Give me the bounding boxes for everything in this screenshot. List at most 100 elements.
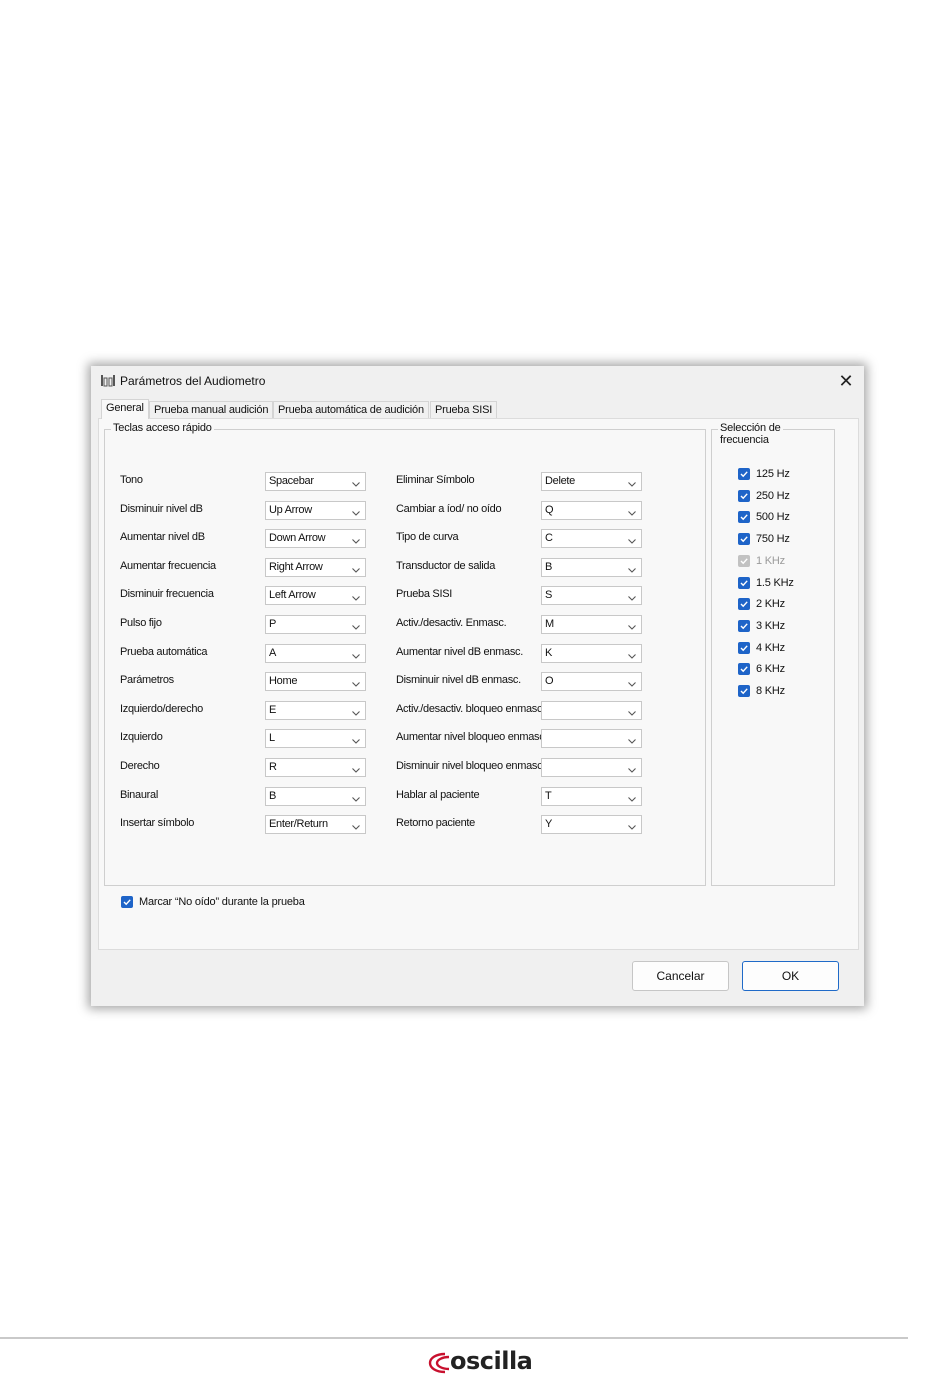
chevron-down-icon [351, 533, 361, 544]
shortcut-label: Tipo de curva [396, 531, 459, 543]
chevron-down-icon [627, 705, 637, 716]
frequency-checkbox[interactable] [738, 663, 750, 675]
shortcut-label: Pulso fijo [120, 617, 162, 629]
checkmark-icon [740, 601, 748, 608]
shortcut-key-select[interactable]: B [541, 558, 642, 577]
ok-button[interactable]: OK [742, 961, 839, 991]
audiometer-app-icon [100, 373, 116, 389]
chevron-down-icon [627, 676, 637, 687]
frequency-checkbox[interactable] [738, 642, 750, 654]
shortcut-key-select[interactable]: O [541, 672, 642, 691]
shortcut-key-value: P [269, 618, 277, 630]
shortcut-key-value: Q [545, 504, 554, 516]
shortcut-key-value: O [545, 675, 554, 687]
shortcut-key-select[interactable] [541, 701, 642, 720]
close-icon[interactable]: ✕ [834, 370, 858, 394]
chevron-down-icon [627, 533, 637, 544]
tab-manual-test[interactable]: Prueba manual audición [149, 401, 274, 419]
shortcut-key-select[interactable]: Q [541, 501, 642, 520]
shortcut-key-select[interactable]: Spacebar [265, 472, 366, 491]
frequency-group-label-line1: Selección de [720, 422, 781, 434]
chevron-down-icon [627, 648, 637, 659]
frequency-checkbox[interactable] [738, 620, 750, 632]
shortcut-key-select[interactable]: C [541, 529, 642, 548]
frequency-label: 8 KHz [756, 685, 785, 697]
shortcut-key-select[interactable]: R [265, 758, 366, 777]
chevron-down-icon [627, 791, 637, 802]
shortcut-key-select[interactable] [541, 758, 642, 777]
tab-automatic-test[interactable]: Prueba automática de audición [273, 401, 429, 419]
shortcut-key-select[interactable]: T [541, 787, 642, 806]
shortcut-key-select[interactable] [541, 729, 642, 748]
chevron-down-icon [351, 819, 361, 830]
shortcut-key-value: Down Arrow [269, 532, 326, 544]
frequency-checkbox[interactable] [738, 533, 750, 545]
frequency-label: 1 KHz [756, 555, 785, 567]
shortcuts-group-label: Teclas acceso rápido [111, 422, 214, 435]
shortcut-key-value: Enter/Return [269, 818, 328, 830]
shortcut-label: Retorno paciente [396, 817, 475, 829]
frequency-checkbox[interactable] [738, 490, 750, 502]
mark-not-heard-checkbox[interactable] [121, 896, 133, 908]
cancel-button[interactable]: Cancelar [632, 961, 729, 991]
shortcut-key-value: Spacebar [269, 475, 314, 487]
chevron-down-icon [351, 762, 361, 773]
frequency-label: 1.5 KHz [756, 577, 794, 589]
shortcut-key-select[interactable]: Home [265, 672, 366, 691]
shortcut-label: Disminuir nivel dB [120, 503, 203, 515]
shortcut-key-select[interactable]: Y [541, 815, 642, 834]
shortcut-key-select[interactable]: B [265, 787, 366, 806]
shortcut-key-value: A [269, 647, 277, 659]
shortcut-label: Parámetros [120, 674, 174, 686]
shortcut-key-value: T [545, 790, 552, 802]
shortcut-label: Aumentar frecuencia [120, 560, 216, 572]
title-bar[interactable]: Parámetros del Audiometro ✕ [91, 366, 864, 398]
chevron-down-icon [627, 562, 637, 573]
frequency-checkbox[interactable] [738, 511, 750, 523]
frequency-checkbox[interactable] [738, 598, 750, 610]
oscilla-logo-icon [428, 1352, 450, 1374]
shortcut-key-select[interactable]: S [541, 586, 642, 605]
shortcut-label: Tono [120, 474, 143, 486]
shortcut-label: Prueba SISI [396, 588, 453, 600]
shortcut-label: Izquierdo/derecho [120, 703, 203, 715]
frequency-checkbox[interactable] [738, 685, 750, 697]
shortcut-key-select[interactable]: M [541, 615, 642, 634]
shortcut-key-value: B [269, 790, 277, 802]
shortcut-key-select[interactable]: Enter/Return [265, 815, 366, 834]
frequency-checkbox[interactable] [738, 468, 750, 480]
shortcut-label: Cambiar a íod/ no oído [396, 503, 502, 515]
shortcut-key-select[interactable]: Down Arrow [265, 529, 366, 548]
shortcut-key-select[interactable]: Right Arrow [265, 558, 366, 577]
shortcut-label: Disminuir nivel bloqueo enmasc. [396, 760, 546, 772]
checkmark-icon [740, 688, 748, 695]
frequency-group-label-line2: frecuencia [720, 434, 769, 446]
chevron-down-icon [627, 505, 637, 516]
chevron-down-icon [627, 619, 637, 630]
shortcut-key-select[interactable]: P [265, 615, 366, 634]
tab-general[interactable]: General [101, 399, 149, 419]
frequency-label: 250 Hz [756, 490, 790, 502]
frequency-checkbox[interactable] [738, 577, 750, 589]
chevron-down-icon [351, 648, 361, 659]
shortcut-label: Aumentar nivel dB [120, 531, 205, 543]
shortcut-label: Binaural [120, 789, 158, 801]
shortcut-label: Disminuir nivel dB enmasc. [396, 674, 521, 686]
shortcut-label: Prueba automática [120, 646, 208, 658]
shortcut-key-select[interactable]: L [265, 729, 366, 748]
frequency-label: 6 KHz [756, 663, 785, 675]
shortcut-key-select[interactable]: Delete [541, 472, 642, 491]
frequency-label: 4 KHz [756, 642, 785, 654]
shortcut-key-select[interactable]: A [265, 644, 366, 663]
shortcut-key-select[interactable]: K [541, 644, 642, 663]
oscilla-logo: oscilla [423, 1345, 533, 1381]
shortcut-key-select[interactable]: E [265, 701, 366, 720]
shortcut-key-select[interactable]: Up Arrow [265, 501, 366, 520]
shortcut-key-select[interactable]: Left Arrow [265, 586, 366, 605]
chevron-down-icon [351, 476, 361, 487]
shortcut-label: Aumentar nivel dB enmasc. [396, 646, 524, 658]
shortcut-label: Transductor de salida [396, 560, 496, 572]
tab-sisi-test[interactable]: Prueba SISI [430, 401, 498, 419]
shortcut-key-value: Right Arrow [269, 561, 323, 573]
audiometer-settings-dialog: Parámetros del Audiometro ✕ General Prue… [91, 366, 864, 1006]
